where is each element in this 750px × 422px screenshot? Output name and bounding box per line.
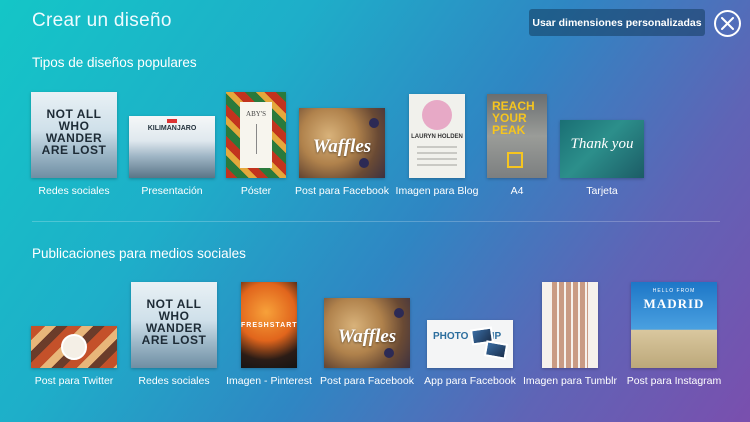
thumbnail-subtext: HELLO FROM xyxy=(652,288,696,294)
design-type-label: Post para Twitter xyxy=(34,375,114,387)
design-type-label: Imagen - Pinterest xyxy=(226,375,312,387)
design-type-label: Póster xyxy=(240,185,272,197)
thumbnail-text: REACH YOUR PEAK xyxy=(492,99,535,137)
design-type-post-twitter[interactable]: Post para Twitter xyxy=(24,268,124,387)
thumbnail: PHOTO COMP xyxy=(427,320,513,368)
design-type-redes-sociales[interactable]: NOT ALL WHO WANDER ARE LOST Redes social… xyxy=(24,78,124,197)
thumbnail-text: NOT ALL WHO WANDER ARE LOST xyxy=(141,297,207,347)
section-divider xyxy=(32,221,720,222)
design-type-label: Imagen para Tumblr xyxy=(523,375,617,387)
design-type-post-facebook[interactable]: Waffles Post para Facebook xyxy=(292,78,392,197)
design-type-imagen-blog[interactable]: LAURYN HOLDEN Imagen para Blog xyxy=(392,78,482,197)
design-type-label: Imagen para Blog xyxy=(395,185,479,197)
thumbnail: NOT ALL WHO WANDER ARE LOST xyxy=(31,92,117,178)
design-type-label: Redes sociales xyxy=(38,185,110,197)
design-type-poster[interactable]: ABY'S Póster xyxy=(220,78,292,197)
thumbnail-text: NOT ALL WHO WANDER ARE LOST xyxy=(41,107,107,157)
close-button[interactable] xyxy=(714,10,741,37)
design-type-label: Post para Facebook xyxy=(320,375,414,387)
thumbnail: Waffles xyxy=(324,298,410,368)
close-icon xyxy=(721,17,734,30)
thumbnail: NOT ALL WHO WANDER ARE LOST xyxy=(131,282,217,368)
thumbnail-text: Waffles xyxy=(312,136,372,157)
popular-section-title: Tipos de diseños populares xyxy=(32,55,197,70)
design-type-label: Tarjeta xyxy=(586,185,618,197)
design-type-presentacion[interactable]: KILIMANJARO Presentación xyxy=(124,78,220,197)
thumbnail-text: Thank you xyxy=(570,136,634,152)
design-type-label: Presentación xyxy=(141,185,203,197)
thumbnail xyxy=(542,282,598,368)
design-type-label: A4 xyxy=(510,185,524,197)
thumbnail: Thank you xyxy=(560,120,644,178)
thumbnail-text: MADRID xyxy=(643,296,705,311)
thumbnail: Waffles xyxy=(299,108,385,178)
thumbnail: REACH YOUR PEAK xyxy=(487,94,547,178)
thumbnail: FRESHSTART xyxy=(241,282,297,368)
thumbnail-text: KILIMANJARO xyxy=(147,125,197,132)
design-type-imagen-pinterest[interactable]: FRESHSTART Imagen - Pinterest xyxy=(224,268,314,387)
thumbnail: ABY'S xyxy=(226,92,286,178)
design-type-label: Post para Instagram xyxy=(626,375,722,387)
social-section-title: Publicaciones para medios sociales xyxy=(32,246,246,261)
design-type-label: Redes sociales xyxy=(138,375,210,387)
design-type-label: Post para Facebook xyxy=(295,185,389,197)
design-type-tarjeta[interactable]: Thank you Tarjeta xyxy=(552,78,652,197)
thumbnail-text: ABY'S xyxy=(246,110,266,118)
design-type-label: App para Facebook xyxy=(424,375,516,387)
thumbnail-text: LAURYN HOLDEN xyxy=(411,134,463,140)
design-type-imagen-tumblr[interactable]: Imagen para Tumblr xyxy=(520,268,620,387)
page-title: Crear un diseño xyxy=(32,10,172,31)
custom-dimensions-button[interactable]: Usar dimensiones personalizadas xyxy=(529,9,705,36)
thumbnail xyxy=(31,326,117,368)
design-type-redes-sociales-2[interactable]: NOT ALL WHO WANDER ARE LOST Redes social… xyxy=(124,268,224,387)
design-type-app-facebook[interactable]: PHOTO COMP App para Facebook xyxy=(420,268,520,387)
thumbnail-text: Waffles xyxy=(337,326,397,347)
design-type-post-facebook-2[interactable]: Waffles Post para Facebook xyxy=(314,268,420,387)
thumbnail-text: FRESHSTART xyxy=(241,321,297,329)
thumbnail: LAURYN HOLDEN xyxy=(409,94,465,178)
thumbnail: KILIMANJARO xyxy=(129,116,215,178)
thumbnail: HELLO FROM MADRID xyxy=(631,282,717,368)
design-type-a4[interactable]: REACH YOUR PEAK A4 xyxy=(482,78,552,197)
design-type-post-instagram[interactable]: HELLO FROM MADRID Post para Instagram xyxy=(624,268,724,387)
